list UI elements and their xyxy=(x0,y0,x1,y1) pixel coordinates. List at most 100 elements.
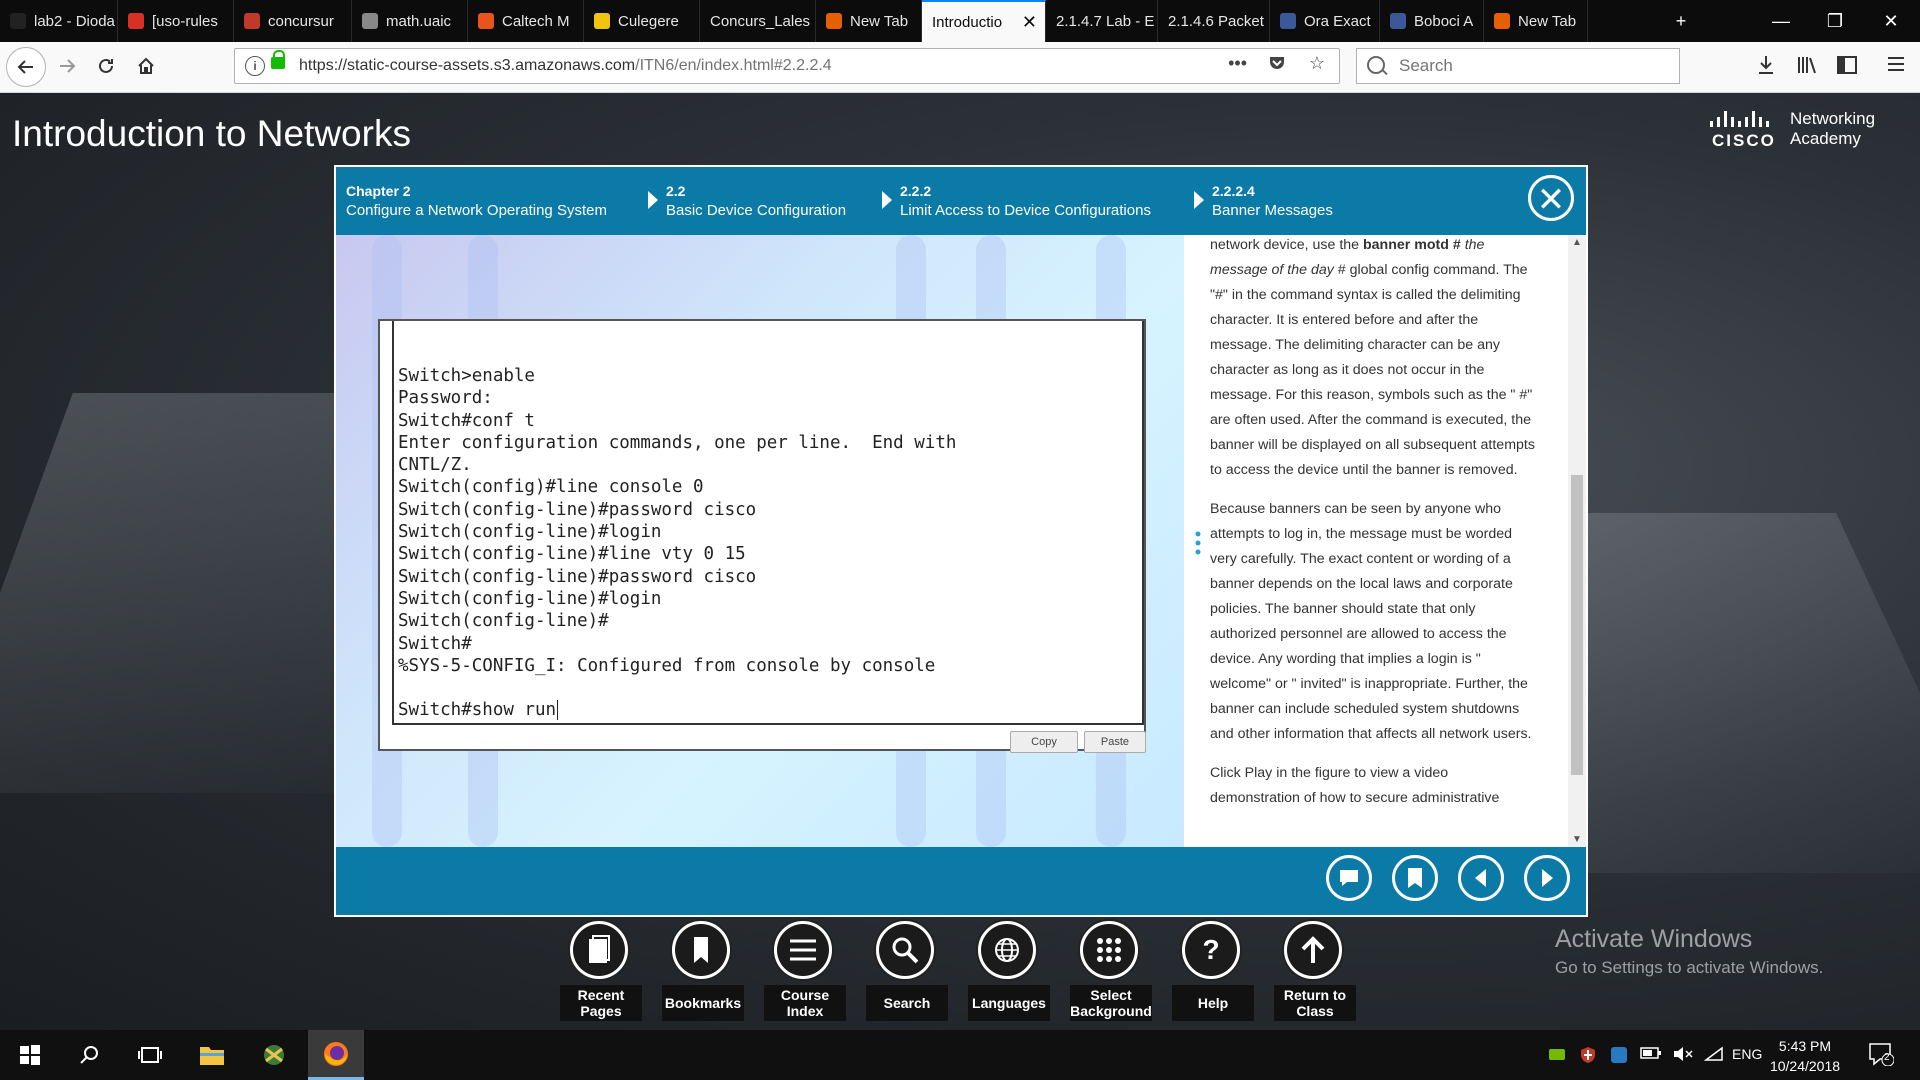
bookmark-button[interactable] xyxy=(1392,855,1438,901)
packet-tracer-icon xyxy=(264,1045,284,1065)
browser-tab[interactable]: Caltech M xyxy=(468,0,584,42)
terminal-screen[interactable]: Switch>enable Password: Switch#conf t En… xyxy=(392,321,1144,725)
tab-title: lab2 - Dioda s xyxy=(34,12,117,30)
taskbar-search-button[interactable] xyxy=(62,1030,118,1080)
help-button[interactable]: ? Help xyxy=(1172,919,1254,1029)
pocket-icon[interactable] xyxy=(1267,53,1287,78)
recent-pages-button[interactable]: Recent Pages xyxy=(560,919,642,1029)
library-icon[interactable] xyxy=(1796,54,1818,82)
scroll-down-icon[interactable]: ▼ xyxy=(1572,834,1582,845)
scroll-up-icon[interactable]: ▲ xyxy=(1572,237,1582,248)
tray-security-icon[interactable] xyxy=(1580,1046,1596,1067)
browser-tab[interactable]: New Tab xyxy=(1484,0,1588,42)
search-input[interactable] xyxy=(1397,55,1671,77)
sidebar-icon[interactable] xyxy=(1836,54,1858,82)
restore-button[interactable]: ❐ xyxy=(1806,0,1864,42)
firefox-taskbar-button[interactable] xyxy=(308,1030,364,1080)
search-bar[interactable] xyxy=(1356,48,1680,84)
page-actions-button[interactable]: ••• xyxy=(1228,53,1247,74)
home-button[interactable] xyxy=(129,49,163,83)
back-button[interactable] xyxy=(6,47,46,87)
terminal-cursor xyxy=(557,700,559,721)
tab-title: New Tab xyxy=(1518,12,1577,30)
battery-icon[interactable] xyxy=(1640,1046,1662,1063)
search-label: Search xyxy=(866,985,948,1021)
new-tab-button[interactable]: + xyxy=(1652,0,1710,42)
browser-tab[interactable]: Concurs_Lales xyxy=(700,0,816,42)
firefox-icon xyxy=(324,1041,348,1066)
tab-title: 2.1.4.6 Packet xyxy=(1168,12,1264,30)
scroll-thumb[interactable] xyxy=(1571,475,1583,775)
search-icon xyxy=(1367,56,1385,74)
terminal-line: Switch(config-line)# xyxy=(398,611,609,632)
favicon-icon xyxy=(128,13,144,29)
browser-tab[interactable]: Boboci A xyxy=(1380,0,1484,42)
copy-button[interactable]: Copy xyxy=(1010,731,1078,753)
close-tab-icon[interactable]: ✕ xyxy=(1022,12,1037,33)
breadcrumb-topic[interactable]: 2.2.2.4 Banner Messages xyxy=(1212,181,1333,221)
browser-tab[interactable]: concursur xyxy=(234,0,352,42)
languages-button[interactable]: Languages xyxy=(968,919,1050,1029)
breadcrumb-section[interactable]: 2.2 Basic Device Configuration xyxy=(666,181,846,221)
action-center-button[interactable]: 2 xyxy=(1868,1042,1895,1069)
url-text[interactable]: https://static-course-assets.s3.amazonaw… xyxy=(299,57,832,75)
packet-tracer-button[interactable] xyxy=(246,1030,302,1080)
text-scrollbar[interactable]: ▲ ▼ xyxy=(1568,235,1586,847)
clock[interactable]: 5:43 PM 10/24/2018 xyxy=(1760,1036,1850,1076)
paste-button[interactable]: Paste xyxy=(1084,731,1146,753)
windows-taskbar: ENG 5:43 PM 10/24/2018 2 xyxy=(0,1030,1920,1080)
cli-terminal[interactable]: Switch>enable Password: Switch#conf t En… xyxy=(378,319,1146,753)
url-path: /ITN6/en/index.html#2.2.2.4 xyxy=(635,57,832,74)
previous-page-button[interactable] xyxy=(1458,855,1504,901)
tab-title: concursur xyxy=(268,12,334,30)
bookmark-star-icon[interactable]: ☆ xyxy=(1309,53,1325,74)
info-icon[interactable]: i xyxy=(245,56,265,76)
clock-date: 10/24/2018 xyxy=(1769,1058,1841,1074)
browser-tab[interactable]: [uso-rules xyxy=(118,0,234,42)
language-indicator[interactable]: ENG xyxy=(1732,1046,1762,1062)
browser-tab[interactable]: Culegere xyxy=(584,0,700,42)
breadcrumb-chapter[interactable]: Chapter 2 Configure a Network Operating … xyxy=(346,181,607,221)
bookmarks-button[interactable]: Bookmarks xyxy=(662,919,744,1029)
reload-button[interactable] xyxy=(89,49,123,83)
terminal-line: Password: xyxy=(398,388,493,409)
next-page-button[interactable] xyxy=(1524,855,1570,901)
text-content: network device, use the banner motd # th… xyxy=(1210,235,1540,825)
comment-button[interactable] xyxy=(1326,855,1372,901)
window-close-button[interactable]: ✕ xyxy=(1862,0,1920,42)
minimize-button[interactable]: — xyxy=(1752,0,1810,42)
browser-tab[interactable]: 2.1.4.6 Packet xyxy=(1158,0,1270,42)
address-bar[interactable]: i https://static-course-assets.s3.amazon… xyxy=(234,48,1340,84)
browser-tab[interactable]: lab2 - Dioda s xyxy=(0,0,118,42)
search-nav-button[interactable]: Search xyxy=(866,919,948,1029)
tray-app-icon[interactable] xyxy=(1610,1046,1628,1067)
forward-arrow-icon xyxy=(60,59,76,73)
forward-button[interactable] xyxy=(50,49,84,83)
task-view-button[interactable] xyxy=(122,1030,178,1080)
paragraph-banner-wording: Because banners can be seen by anyone wh… xyxy=(1210,501,1532,742)
terminal-line: Switch(config-line)#line vty 0 15 xyxy=(398,544,746,565)
languages-label: Languages xyxy=(968,985,1050,1021)
downloads-icon[interactable] xyxy=(1756,54,1776,82)
browser-tab[interactable]: Introductio ✕ xyxy=(922,0,1046,42)
cisco-bars-icon xyxy=(1710,111,1782,127)
tab-title: Concurs_Lales xyxy=(710,12,811,30)
browser-tab[interactable]: math.uaic xyxy=(352,0,468,42)
cisco-networking-academy-logo: CISCO Networking Academy xyxy=(1710,109,1890,151)
start-button[interactable] xyxy=(2,1030,58,1080)
select-background-button[interactable]: Select Background xyxy=(1070,919,1152,1029)
browser-tab[interactable]: Ora Exact xyxy=(1270,0,1380,42)
menu-icon[interactable] xyxy=(1886,54,1906,80)
file-explorer-button[interactable] xyxy=(184,1030,240,1080)
favicon-icon xyxy=(478,13,494,29)
volume-muted-icon[interactable] xyxy=(1672,1046,1694,1065)
course-index-button[interactable]: Course Index xyxy=(764,919,846,1029)
browser-tab[interactable]: 2.1.4.7 Lab - E xyxy=(1046,0,1158,42)
return-to-class-button[interactable]: Return to Class xyxy=(1274,919,1356,1029)
breadcrumb-subsection[interactable]: 2.2.2 Limit Access to Device Configurati… xyxy=(900,181,1151,221)
close-modal-button[interactable]: ✕ xyxy=(1528,175,1574,221)
browser-tab[interactable]: New Tab xyxy=(816,0,922,42)
tray-nvidia-icon[interactable] xyxy=(1548,1046,1566,1065)
globe-icon xyxy=(981,924,1033,976)
wifi-icon[interactable] xyxy=(1703,1046,1724,1065)
